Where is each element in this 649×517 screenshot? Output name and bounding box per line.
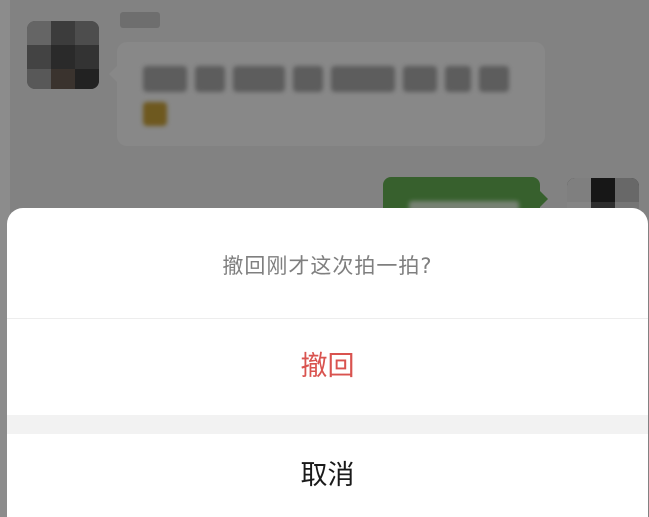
cancel-button[interactable]: 取消 bbox=[7, 434, 648, 517]
recall-button[interactable]: 撤回 bbox=[7, 319, 648, 415]
section-gap bbox=[7, 415, 648, 434]
action-sheet: 撤回刚才这次拍一拍? 撤回 取消 bbox=[7, 208, 648, 517]
action-sheet-title: 撤回刚才这次拍一拍? bbox=[222, 254, 433, 278]
